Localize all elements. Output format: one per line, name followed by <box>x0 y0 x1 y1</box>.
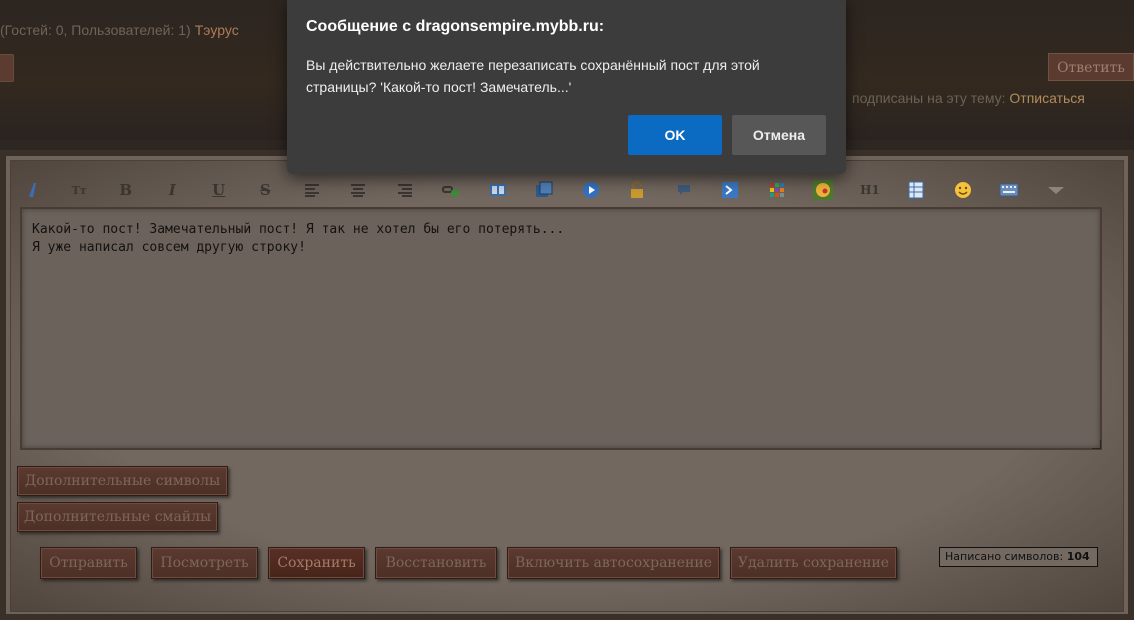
align-center-icon[interactable] <box>348 179 369 201</box>
color-palette-icon[interactable] <box>766 179 787 201</box>
subscribed-text: подписаны на эту тему: <box>852 90 1006 106</box>
left-cut-button[interactable] <box>0 54 14 82</box>
extra-symbols-button[interactable]: Дополнительные символы <box>17 466 228 496</box>
table-icon[interactable] <box>906 179 927 201</box>
emoji-icon[interactable] <box>952 179 973 201</box>
char-counter-value: 104 <box>1066 550 1090 563</box>
cancel-button[interactable]: Отмена <box>732 115 826 155</box>
unsubscribe-link[interactable]: Отписаться <box>1009 90 1084 106</box>
confirm-dialog: Сообщение с dragonsempire.mybb.ru: Вы де… <box>287 0 846 174</box>
resize-handle[interactable] <box>1092 440 1101 449</box>
align-right-icon[interactable] <box>394 179 415 201</box>
restore-button[interactable]: Восстановить <box>375 547 497 579</box>
save-button[interactable]: Сохранить <box>268 547 365 579</box>
delete-save-button[interactable]: Удалить сохранение <box>730 547 897 579</box>
quote-icon[interactable] <box>673 179 694 201</box>
extra-smiles-button[interactable]: Дополнительные смайлы <box>17 502 218 532</box>
online-count: (Гостей: 0, Пользователей: 1) <box>0 22 191 38</box>
dialog-message: Вы действительно желаете перезаписать со… <box>306 57 760 95</box>
enable-autosave-button[interactable]: Включить автосохранение <box>507 547 720 579</box>
dialog-title: Сообщение с dragonsempire.mybb.ru: <box>306 18 605 35</box>
link-icon[interactable] <box>441 179 462 201</box>
italic-icon[interactable]: I <box>162 179 183 201</box>
preview-button[interactable]: Посмотреть <box>151 547 258 579</box>
heading-icon[interactable]: H1 <box>859 179 880 201</box>
underline-icon[interactable]: U <box>208 179 229 201</box>
online-status: (Гостей: 0, Пользователей: 1) Тэурус <box>0 22 239 38</box>
char-counter-label: Написано символов: <box>945 550 1064 563</box>
more-icon[interactable] <box>1045 179 1066 201</box>
send-button[interactable]: Отправить <box>40 547 137 579</box>
reply-button[interactable]: Ответить <box>1048 53 1134 81</box>
online-user-link[interactable]: Тэурус <box>195 22 239 38</box>
smile-icon[interactable] <box>813 179 834 201</box>
video-icon[interactable] <box>580 179 601 201</box>
bold-icon[interactable]: B <box>115 179 136 201</box>
gallery-icon[interactable] <box>534 179 555 201</box>
subscription-line: подписаны на эту тему: Отписаться <box>852 90 1085 106</box>
strikethrough-icon[interactable]: S <box>255 179 276 201</box>
char-counter: Написано символов: 104 <box>939 547 1098 567</box>
code-icon[interactable] <box>720 179 741 201</box>
keyboard-icon[interactable] <box>999 179 1020 201</box>
font-color-icon[interactable] <box>22 179 43 201</box>
font-size-icon[interactable]: Tт <box>69 179 90 201</box>
editor-toolbar: Tт B I U S H1 <box>22 175 1092 205</box>
image-icon[interactable] <box>487 179 508 201</box>
spoiler-lock-icon[interactable] <box>627 179 648 201</box>
ok-button[interactable]: OK <box>628 115 722 155</box>
align-left-icon[interactable] <box>301 179 322 201</box>
post-textarea[interactable]: Какой-то пост! Замечательный пост! Я так… <box>20 207 1102 450</box>
